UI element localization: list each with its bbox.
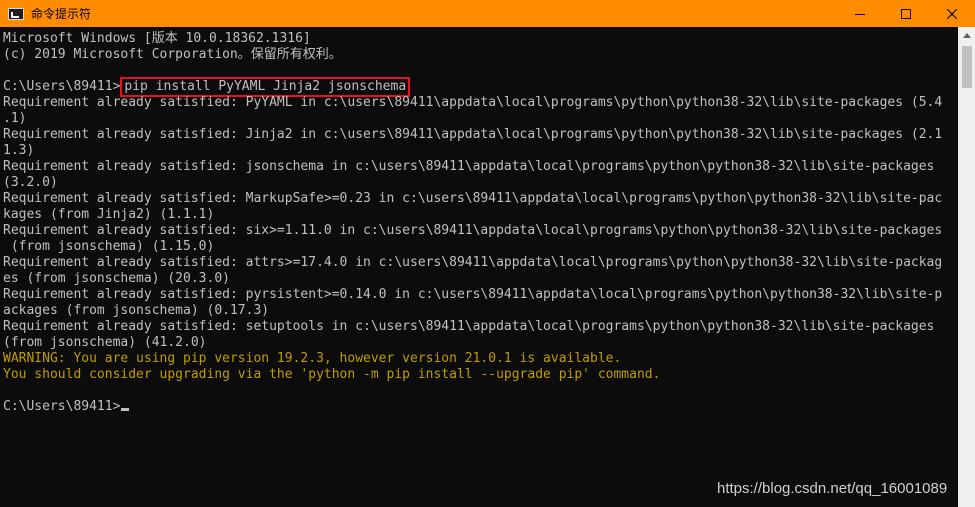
console-line: WARNING: You are using pip version 19.2.…	[3, 351, 622, 366]
window-controls	[837, 0, 975, 27]
console-line: Requirement already satisfied: setuptool…	[3, 319, 935, 334]
minimize-button[interactable]	[837, 0, 883, 27]
console-line: Requirement already satisfied: Jinja2 in…	[3, 127, 943, 142]
scroll-thumb[interactable]	[962, 46, 972, 88]
window-title: 命令提示符	[31, 7, 92, 21]
console-line: (from jsonschema) (1.15.0)	[3, 239, 215, 254]
console-line: kages (from Jinja2) (1.1.1)	[3, 207, 215, 222]
title-bar[interactable]: 命令提示符	[0, 0, 975, 27]
maximize-button[interactable]	[883, 0, 929, 27]
console-line: C:\Users\89411> pip install PyYAML Jinja2…	[3, 77, 958, 97]
console-line: Requirement already satisfied: six>=1.11…	[3, 223, 943, 238]
console-line: Requirement already satisfied: attrs>=17…	[3, 255, 943, 270]
chevron-up-icon	[963, 33, 971, 38]
cmd-window: 命令提示符 Microsoft Windows [版本 10.0.18362.1…	[0, 0, 975, 507]
console-line: (from jsonschema) (41.2.0)	[3, 335, 207, 350]
close-button[interactable]	[929, 0, 975, 27]
watermark-text: https://blog.csdn.net/qq_16001089	[717, 480, 948, 497]
console-line: 1.3)	[3, 143, 35, 158]
console-line: .1)	[3, 111, 27, 126]
scroll-up-button[interactable]	[959, 27, 975, 44]
console-line: es (from jsonschema) (20.3.0)	[3, 271, 230, 286]
console-line: Requirement already satisfied: MarkupSaf…	[3, 191, 943, 206]
cmd-icon[interactable]	[8, 7, 24, 20]
console-line: (c) 2019 Microsoft Corporation。保留所有权利。	[3, 47, 342, 62]
minimize-icon	[855, 13, 865, 15]
console-line: ackages (from jsonschema) (0.17.3)	[3, 303, 270, 318]
console-line: Requirement already satisfied: pyrsisten…	[3, 287, 943, 302]
close-icon	[947, 8, 957, 19]
vertical-scrollbar[interactable]	[958, 27, 975, 507]
console-line: Requirement already satisfied: PyYAML in…	[3, 95, 943, 110]
maximize-icon	[901, 8, 911, 19]
console-line: You should consider upgrading via the 'p…	[3, 367, 661, 382]
console-line: (3.2.0)	[3, 175, 58, 190]
console-line: Requirement already satisfied: jsonschem…	[3, 159, 935, 174]
console-line: Microsoft Windows [版本 10.0.18362.1316]	[3, 31, 311, 46]
console-output[interactable]: Microsoft Windows [版本 10.0.18362.1316] (c…	[0, 27, 958, 507]
text-cursor	[121, 408, 130, 411]
prompt-text: C:\Users\89411>	[3, 399, 121, 414]
prompt-text: C:\Users\89411>	[3, 79, 121, 94]
console-line: C:\Users\89411>	[3, 399, 958, 415]
highlighted-command: pip install PyYAML Jinja2 jsonschema	[120, 77, 411, 97]
